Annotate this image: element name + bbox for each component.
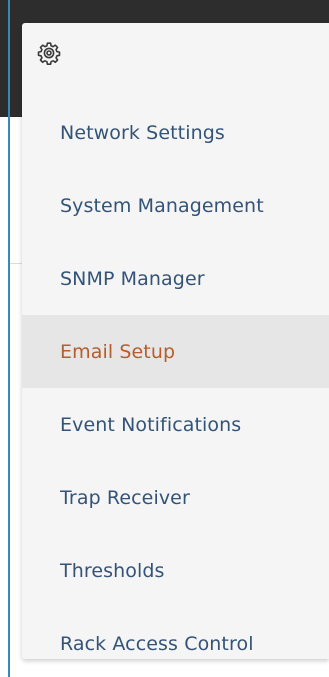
settings-dropdown-menu: Network Settings System Management SNMP Ma… (22, 23, 329, 659)
gear-icon[interactable] (37, 41, 61, 65)
menu-item-rack-access-control[interactable]: Rack Access Control (22, 607, 329, 659)
menu-item-thresholds[interactable]: Thresholds (22, 534, 329, 607)
menu-item-label: System Management (60, 194, 264, 217)
menu-item-label: Thresholds (60, 559, 165, 582)
menu-item-label: Network Settings (60, 121, 225, 144)
menu-item-label: Trap Receiver (60, 486, 190, 509)
dropdown-header (22, 23, 329, 103)
menu-item-label: SNMP Manager (60, 267, 205, 290)
menu-item-label: Rack Access Control (60, 632, 254, 655)
page: Network Settings System Management SNMP Ma… (0, 0, 329, 677)
menu-item-label: Event Notifications (60, 413, 242, 436)
menu-item-trap-receiver[interactable]: Trap Receiver (22, 461, 329, 534)
menu-item-system-management[interactable]: System Management (22, 169, 329, 242)
menu-list: Network Settings System Management SNMP Ma… (22, 96, 329, 659)
menu-item-event-notifications[interactable]: Event Notifications (22, 388, 329, 461)
menu-item-email-setup[interactable]: Email Setup (22, 315, 329, 388)
menu-item-label: Email Setup (60, 340, 176, 363)
content-divider (10, 263, 22, 264)
menu-item-network-settings[interactable]: Network Settings (22, 96, 329, 169)
menu-item-snmp-manager[interactable]: SNMP Manager (22, 242, 329, 315)
left-border (8, 0, 10, 677)
